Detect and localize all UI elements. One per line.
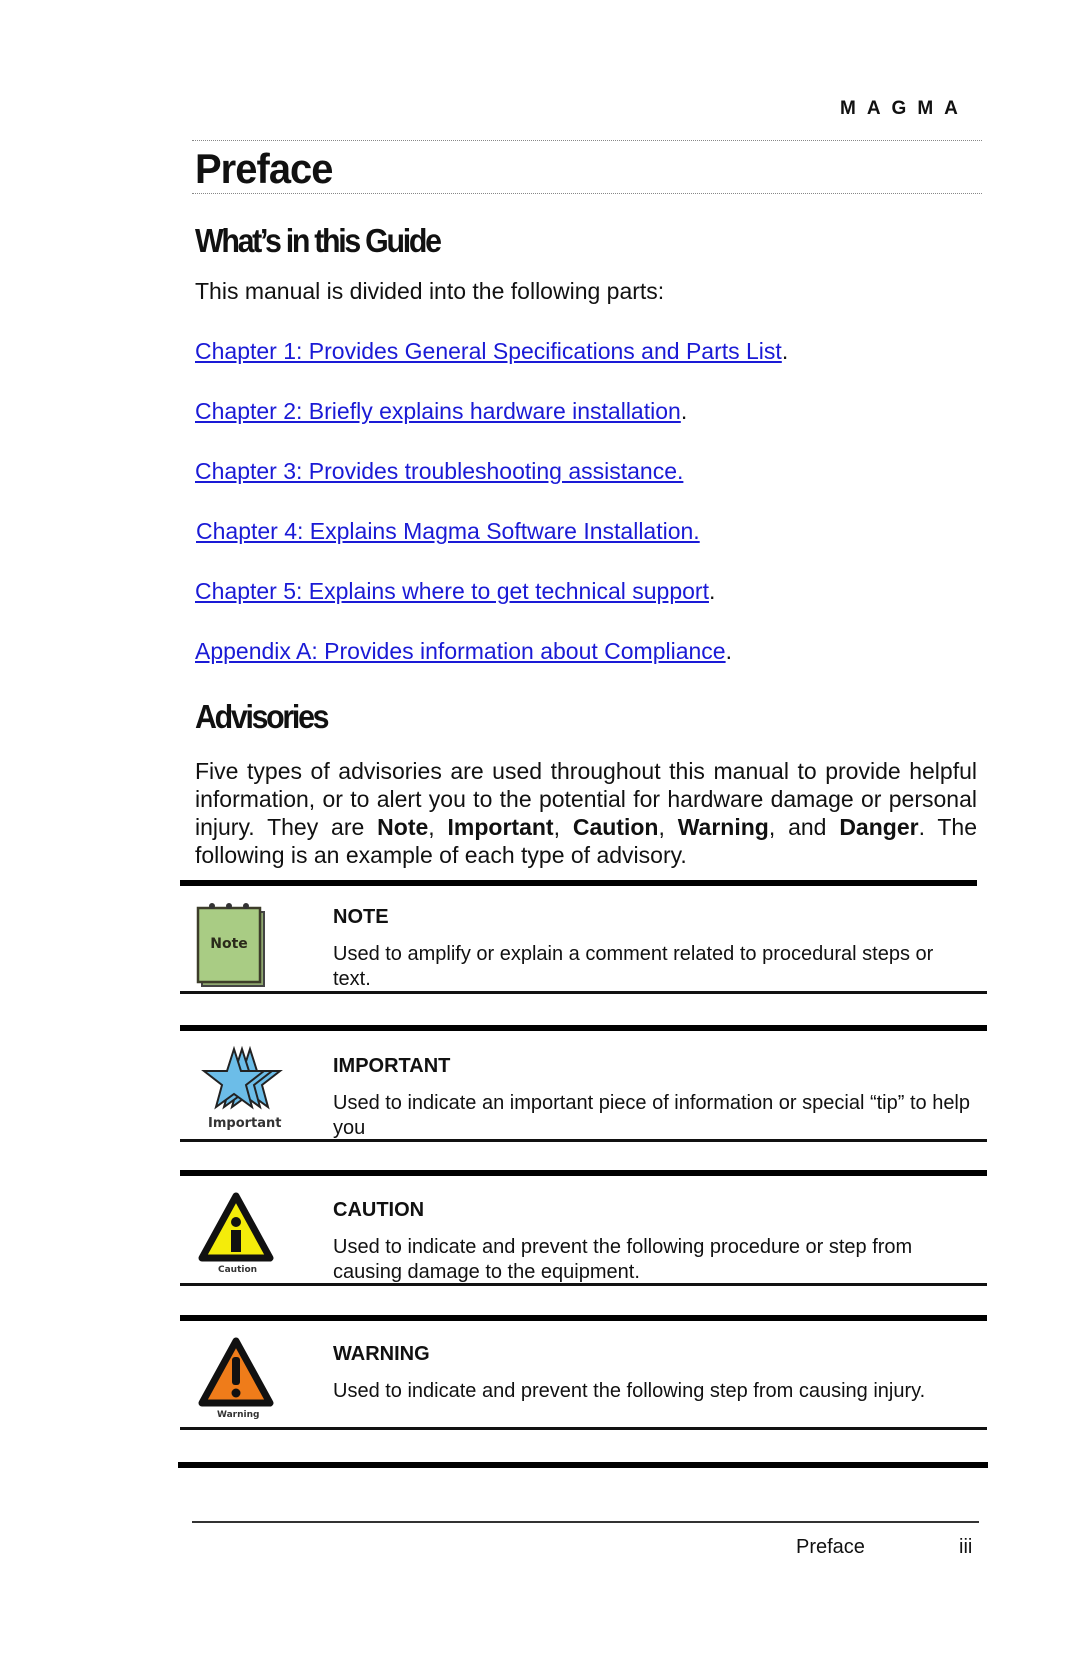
header-divider-bottom xyxy=(192,193,982,194)
toc-entry-chapter-4: Chapter 4: Explains Magma Software Insta… xyxy=(196,518,700,545)
toc-entry-appendix-a: Appendix A: Provides information about C… xyxy=(195,638,732,665)
toc-suffix: . xyxy=(708,578,716,604)
toc-entry-chapter-1: Chapter 1: Provides General Specificatio… xyxy=(195,338,788,365)
advisory-top-rule xyxy=(180,1170,987,1176)
icon-caption: Warning xyxy=(217,1410,260,1420)
footer-section-label: Preface xyxy=(796,1536,865,1558)
toc-suffix: . xyxy=(725,638,732,664)
advisory-bottom-rule xyxy=(180,1283,987,1286)
header-divider-top xyxy=(192,140,982,141)
toc-suffix: . xyxy=(781,338,789,364)
advisory-heading: NOTE xyxy=(333,906,389,928)
advisory-top-rule xyxy=(180,1315,987,1321)
advisory-text: Used to indicate and prevent the followi… xyxy=(333,1380,926,1402)
term-danger: Danger xyxy=(839,814,919,840)
advisory-top-rule xyxy=(180,1025,987,1031)
term-warning: Warning xyxy=(677,814,769,840)
advisories-heading: Advisories xyxy=(195,698,330,735)
advisory-heading: IMPORTANT xyxy=(333,1055,451,1077)
advisory-end-rule xyxy=(178,1462,988,1468)
toc-entry-chapter-3: Chapter 3: Provides troubleshooting assi… xyxy=(195,458,683,485)
term-caution: Caution xyxy=(572,814,659,840)
toc-link-chapter-2[interactable]: Chapter 2: Briefly explains hardware ins… xyxy=(195,398,681,424)
guide-intro: This manual is divided into the followin… xyxy=(195,278,665,304)
paragraph-text: , and xyxy=(768,814,840,840)
advisory-bottom-rule xyxy=(180,1139,987,1142)
page-title: Preface xyxy=(195,145,333,192)
term-important: Important xyxy=(447,814,554,840)
paragraph-text: , xyxy=(428,814,448,840)
toc-suffix: . xyxy=(680,398,688,424)
advisory-bottom-rule xyxy=(180,991,987,994)
advisory-note: Note NOTE Used to amplify or explain a c… xyxy=(180,880,990,994)
advisory-caution: Caution CAUTION Used to indicate and pre… xyxy=(180,1170,990,1286)
toc-link-chapter-5[interactable]: Chapter 5: Explains where to get technic… xyxy=(195,578,709,604)
footer-page-number: iii xyxy=(959,1536,973,1558)
icon-caption: Caution xyxy=(218,1265,258,1275)
toc-entry-chapter-5: Chapter 5: Explains where to get technic… xyxy=(195,578,715,605)
brand-header: MAGMA xyxy=(840,98,969,119)
svg-text:Note: Note xyxy=(210,936,248,952)
paragraph-text: , xyxy=(553,814,573,840)
toc-entry-chapter-2: Chapter 2: Briefly explains hardware ins… xyxy=(195,398,687,425)
advisory-text: Used to indicate and prevent the followi… xyxy=(333,1236,913,1283)
toc-link-appendix-a[interactable]: Appendix A: Provides information about C… xyxy=(195,638,726,664)
toc-link-chapter-4[interactable]: Chapter 4: Explains Magma Software Insta… xyxy=(196,518,700,544)
advisory-heading: WARNING xyxy=(333,1343,430,1365)
advisory-top-rule xyxy=(180,880,977,886)
advisory-warning: Warning WARNING Used to indicate and pre… xyxy=(180,1315,990,1430)
toc-link-chapter-1[interactable]: Chapter 1: Provides General Specificatio… xyxy=(195,338,782,364)
note-icon: Note xyxy=(192,900,272,995)
term-note: Note xyxy=(377,814,429,840)
caution-info-icon xyxy=(198,1192,274,1269)
advisory-bottom-rule xyxy=(180,1427,987,1430)
paragraph-text: , xyxy=(658,814,678,840)
guide-heading: What’s in this Guide xyxy=(195,222,442,259)
advisory-text: Used to amplify or explain a comment rel… xyxy=(333,943,934,990)
warning-exclamation-icon xyxy=(198,1337,274,1414)
toc-link-chapter-3[interactable]: Chapter 3: Provides troubleshooting assi… xyxy=(195,458,683,484)
advisories-paragraph: Five types of advisories are used throug… xyxy=(195,757,977,869)
advisory-text: Used to indicate an important piece of i… xyxy=(333,1092,971,1139)
advisory-heading: CAUTION xyxy=(333,1199,425,1221)
advisory-important: Important IMPORTANT Used to indicate an … xyxy=(180,1025,990,1142)
icon-caption: Important xyxy=(208,1116,282,1131)
footer-rule xyxy=(192,1521,979,1523)
